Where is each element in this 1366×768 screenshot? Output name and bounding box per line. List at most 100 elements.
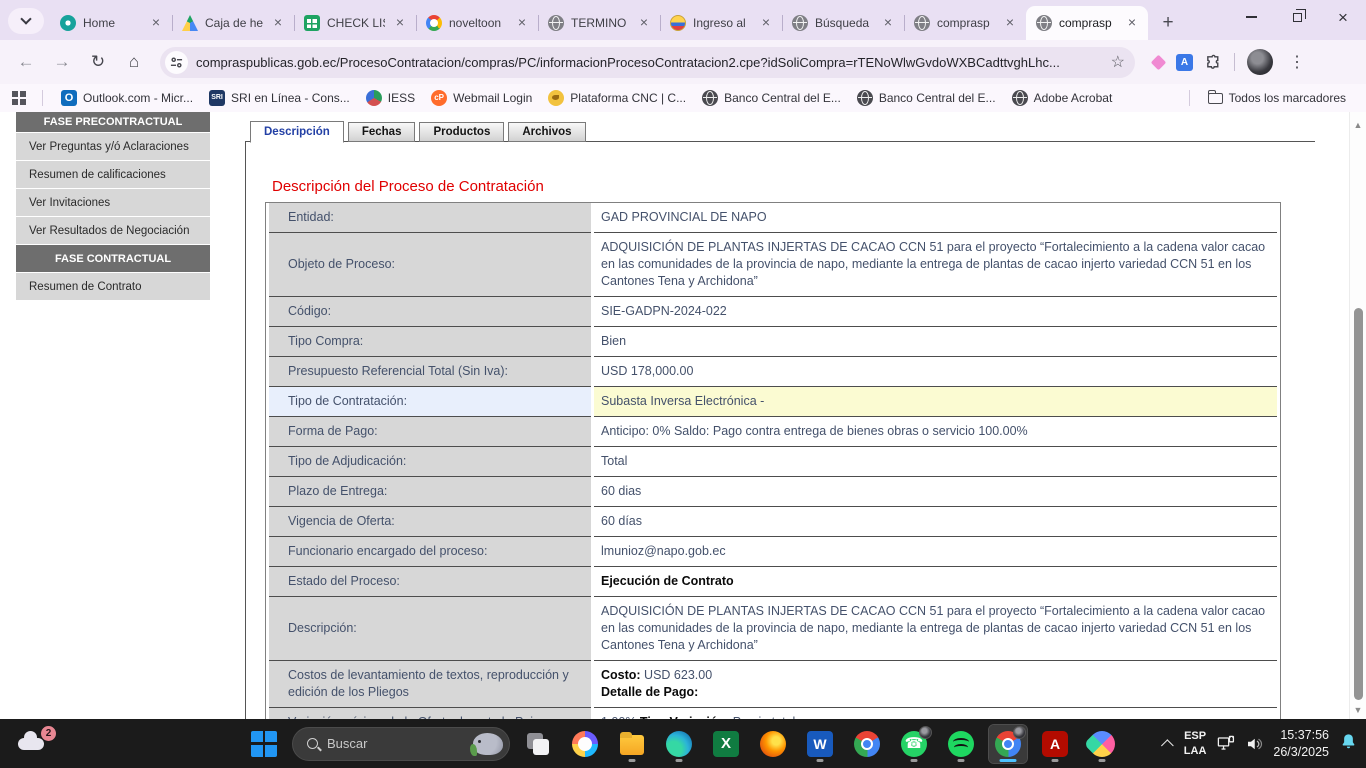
spotify-button[interactable]	[942, 725, 980, 763]
address-bar[interactable]: compraspublicas.gob.ec/ProcesoContrataci…	[160, 47, 1135, 78]
home-button[interactable]: ⌂	[118, 46, 150, 78]
browser-tab[interactable]: Caja de he ×	[172, 6, 294, 40]
sidebar-item[interactable]: Ver Invitaciones	[16, 189, 210, 216]
network-icon[interactable]	[1216, 734, 1235, 753]
browser-tab[interactable]: TERMINO ×	[538, 6, 660, 40]
tab-search-button[interactable]	[8, 8, 44, 34]
tab-close-icon[interactable]: ×	[270, 15, 286, 31]
profile-avatar[interactable]	[1247, 49, 1273, 75]
browser-tab[interactable]: Ingreso al ×	[660, 6, 782, 40]
back-button[interactable]: ←	[10, 46, 42, 78]
table-row[interactable]: Descripción:ADQUISICIÓN DE PLANTAS INJER…	[269, 597, 1277, 661]
tab-close-icon[interactable]: ×	[148, 15, 164, 31]
close-button[interactable]: ×	[1320, 0, 1366, 34]
sidebar-item[interactable]: Ver Resultados de Negociación	[16, 217, 210, 244]
browser-tab[interactable]: comprasp ×	[1026, 6, 1148, 40]
table-row[interactable]: Funcionario encargado del proceso:lmunio…	[269, 537, 1277, 567]
table-row[interactable]: Objeto de Proceso:ADQUISICIÓN DE PLANTAS…	[269, 233, 1277, 297]
scroll-up-arrow[interactable]: ▲	[1350, 120, 1366, 130]
bookmark-item[interactable]: Banco Central del E...	[849, 87, 1004, 109]
copilot-button[interactable]	[566, 725, 604, 763]
whatsapp-button[interactable]: ☎	[895, 725, 933, 763]
paint-button[interactable]	[1083, 725, 1121, 763]
table-row[interactable]: Forma de Pago:Anticipo: 0% Saldo: Pago c…	[269, 417, 1277, 447]
table-row[interactable]: Tipo Compra:Bien	[269, 327, 1277, 357]
forward-button[interactable]: →	[46, 46, 78, 78]
tray-chevron-icon[interactable]	[1161, 739, 1174, 752]
browser-tab[interactable]: Búsqueda ×	[782, 6, 904, 40]
extensions-icon[interactable]	[1205, 54, 1222, 71]
notification-bell-icon[interactable]	[1339, 732, 1358, 756]
bookmark-item[interactable]: Adobe Acrobat	[1004, 87, 1121, 109]
taskbar-search[interactable]: Buscar	[292, 727, 510, 761]
task-view-button[interactable]	[519, 725, 557, 763]
chrome-button[interactable]	[848, 725, 886, 763]
content-tab-fechas[interactable]: Fechas	[348, 122, 416, 142]
clock[interactable]: 15:37:56 26/3/2025	[1273, 727, 1329, 761]
volume-icon[interactable]	[1245, 735, 1263, 753]
tab-close-icon[interactable]: ×	[880, 15, 896, 31]
browser-tab[interactable]: Home ×	[50, 6, 172, 40]
row-value: 1.00% Tipo Variación: Precio total	[594, 708, 1277, 719]
language-switcher[interactable]: ESP LAA	[1184, 729, 1207, 759]
new-tab-button[interactable]: +	[1154, 9, 1182, 37]
row-label: Presupuesto Referencial Total (Sin Iva):	[269, 357, 591, 387]
table-row[interactable]: Costos de levantamiento de textos, repro…	[269, 661, 1277, 708]
table-row[interactable]: Variación mínima de la Oferta durante la…	[269, 708, 1277, 719]
start-button[interactable]	[245, 725, 283, 763]
table-row[interactable]: Tipo de Adjudicación:Total	[269, 447, 1277, 477]
sidebar-item[interactable]: Resumen de calificaciones	[16, 161, 210, 188]
bookmark-item[interactable]: O Outlook.com - Micr...	[53, 87, 201, 109]
sidebar-item[interactable]: Resumen de Contrato	[16, 273, 210, 300]
paint-icon	[1084, 725, 1121, 762]
acrobat-button[interactable]: A	[1036, 725, 1074, 763]
table-row[interactable]: Código:SIE-GADPN-2024-022	[269, 297, 1277, 327]
tab-close-icon[interactable]: ×	[392, 15, 408, 31]
bookmark-item[interactable]: IESS	[358, 87, 423, 109]
sidebar-item[interactable]: Ver Preguntas y/ó Aclaraciones	[16, 133, 210, 160]
file-explorer-button[interactable]	[613, 725, 651, 763]
menu-icon[interactable]: ⋮	[1285, 52, 1309, 72]
table-row[interactable]: Vigencia de Oferta:60 días	[269, 507, 1277, 537]
scroll-down-arrow[interactable]: ▼	[1350, 705, 1366, 715]
tab-close-icon[interactable]: ×	[758, 15, 774, 31]
bookmark-item[interactable]: cP Webmail Login	[423, 87, 540, 109]
content-tab-descripción[interactable]: Descripción	[250, 121, 344, 143]
table-row[interactable]: Estado del Proceso:Ejecución de Contrato	[269, 567, 1277, 597]
url-text[interactable]: compraspublicas.gob.ec/ProcesoContrataci…	[196, 55, 1103, 70]
apps-grid-icon[interactable]	[12, 91, 26, 105]
bookmark-item[interactable]: SRI SRI en Línea - Cons...	[201, 87, 358, 109]
reload-button[interactable]: ↻	[82, 46, 114, 78]
browser-tab[interactable]: comprasp ×	[904, 6, 1026, 40]
table-row[interactable]: Presupuesto Referencial Total (Sin Iva):…	[269, 357, 1277, 387]
browser-tab[interactable]: noveltoon ×	[416, 6, 538, 40]
firefox-button[interactable]	[754, 725, 792, 763]
tab-close-icon[interactable]: ×	[1002, 15, 1018, 31]
content-tab-archivos[interactable]: Archivos	[508, 122, 585, 142]
all-bookmarks-button[interactable]: Todos los marcadores	[1200, 88, 1354, 108]
minimize-button[interactable]	[1228, 0, 1274, 34]
edge-button[interactable]	[660, 725, 698, 763]
tab-close-icon[interactable]: ×	[636, 15, 652, 31]
translate-icon[interactable]: A	[1176, 54, 1193, 71]
bookmark-item[interactable]: Plataforma CNC | C...	[540, 87, 694, 109]
table-row[interactable]: Entidad:GAD PROVINCIAL DE NAPO	[269, 203, 1277, 233]
widgets-button[interactable]: 2	[14, 726, 58, 762]
scrollbar-thumb[interactable]	[1354, 308, 1363, 700]
word-button[interactable]: W	[801, 725, 839, 763]
tab-title: Home	[83, 16, 141, 30]
table-row[interactable]: Plazo de Entrega:60 dias	[269, 477, 1277, 507]
content-tab-productos[interactable]: Productos	[419, 122, 504, 142]
browser-tab[interactable]: CHECK LIS ×	[294, 6, 416, 40]
bookmark-star-icon[interactable]: ☆	[1111, 52, 1125, 72]
table-row[interactable]: Tipo de Contratación:Subasta Inversa Ele…	[269, 387, 1277, 417]
site-settings-icon[interactable]	[165, 51, 188, 74]
page-scrollbar[interactable]: ▲ ▼	[1349, 112, 1366, 719]
promo-icon[interactable]	[1151, 54, 1167, 70]
chrome-active-button[interactable]	[989, 725, 1027, 763]
excel-button[interactable]: X	[707, 725, 745, 763]
bookmark-item[interactable]: Banco Central del E...	[694, 87, 849, 109]
tab-close-icon[interactable]: ×	[1124, 15, 1140, 31]
tab-close-icon[interactable]: ×	[514, 15, 530, 31]
restore-button[interactable]	[1274, 0, 1320, 34]
